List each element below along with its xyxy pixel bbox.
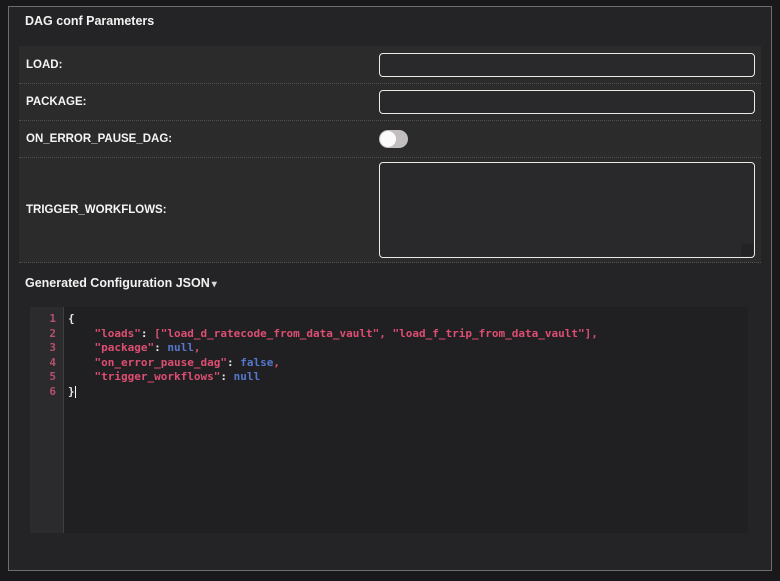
load-value-cell [379, 53, 761, 77]
form-row-trigger-workflows: TRIGGER_WORKFLOWS: [19, 158, 761, 263]
code-line: "loads": ["load_d_ratecode_from_data_vau… [68, 327, 748, 342]
code-line: "trigger_workflows": null [68, 370, 748, 385]
package-label: PACKAGE: [19, 96, 379, 108]
resize-handle[interactable] [741, 244, 753, 256]
line-number: 5 [30, 370, 56, 385]
text-cursor [75, 386, 77, 398]
trigger-workflows-textarea[interactable] [379, 162, 755, 258]
line-number: 2 [30, 327, 56, 342]
package-value-cell [379, 90, 761, 114]
generated-json-header[interactable]: Generated Configuration JSON▾ [25, 276, 217, 290]
dag-conf-panel: DAG conf Parameters LOAD: PACKAGE: ON_ER… [8, 6, 772, 571]
form-row-on-error-pause-dag: ON_ERROR_PAUSE_DAG: [19, 121, 761, 158]
gutter: 123456 [30, 307, 64, 533]
package-input[interactable] [379, 90, 755, 114]
trigger-workflows-label: TRIGGER_WORKFLOWS: [19, 204, 379, 216]
line-number: 1 [30, 312, 56, 327]
code-lines[interactable]: { "loads": ["load_d_ratecode_from_data_v… [64, 307, 748, 533]
caret-down-icon: ▾ [212, 279, 217, 290]
on-error-pause-dag-value-cell [379, 130, 761, 148]
on-error-pause-dag-toggle[interactable] [379, 130, 408, 148]
form-row-package: PACKAGE: [19, 84, 761, 121]
line-number: 3 [30, 341, 56, 356]
parameters-form: LOAD: PACKAGE: ON_ERROR_PAUSE_DAG: TRIGG… [19, 46, 761, 263]
form-row-load: LOAD: [19, 46, 761, 84]
json-editor[interactable]: 123456 { "loads": ["load_d_ratecode_from… [30, 307, 748, 533]
on-error-pause-dag-label: ON_ERROR_PAUSE_DAG: [19, 133, 379, 145]
generated-json-title: Generated Configuration JSON [25, 276, 210, 290]
trigger-workflows-value-cell [379, 162, 761, 258]
load-label: LOAD: [19, 59, 379, 71]
code-line: "package": null, [68, 341, 748, 356]
code-line: { [68, 312, 748, 327]
line-number: 4 [30, 356, 56, 371]
toggle-knob-icon [380, 131, 396, 147]
code-line: } [68, 385, 748, 400]
line-number: 6 [30, 385, 56, 400]
code-line: "on_error_pause_dag": false, [68, 356, 748, 371]
load-input[interactable] [379, 53, 755, 77]
panel-title: DAG conf Parameters [25, 14, 154, 28]
